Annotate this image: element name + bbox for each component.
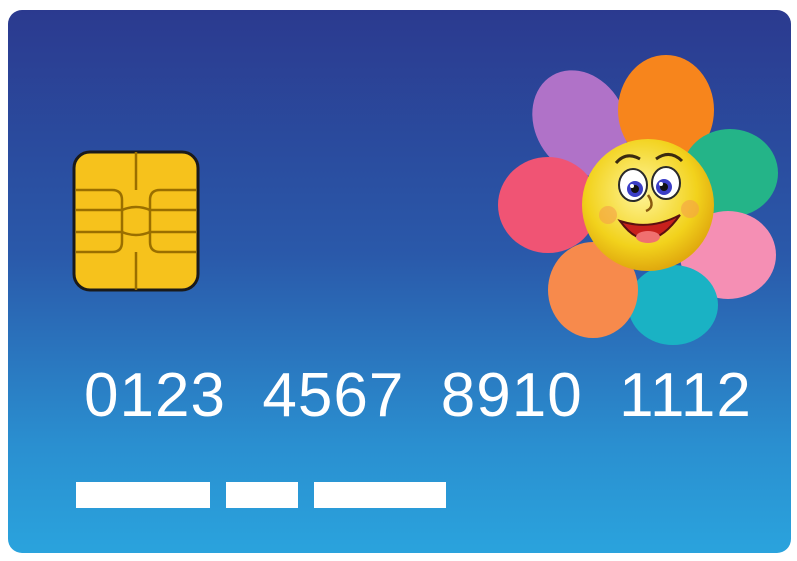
credit-card: 0123 4567 8910 1112 (8, 10, 791, 553)
card-number-group-2: 4567 (262, 361, 405, 430)
card-number-group-3: 8910 (440, 361, 583, 430)
card-number-group-4: 1112 (619, 361, 752, 430)
placeholder-bar (76, 482, 210, 508)
smiling-flower-icon (498, 55, 778, 345)
placeholder-bar (314, 482, 446, 508)
sim-chip-icon (72, 150, 200, 292)
card-number: 0123 4567 8910 1112 (84, 360, 784, 431)
card-number-group-1: 0123 (84, 361, 226, 430)
placeholder-bar (226, 482, 298, 508)
